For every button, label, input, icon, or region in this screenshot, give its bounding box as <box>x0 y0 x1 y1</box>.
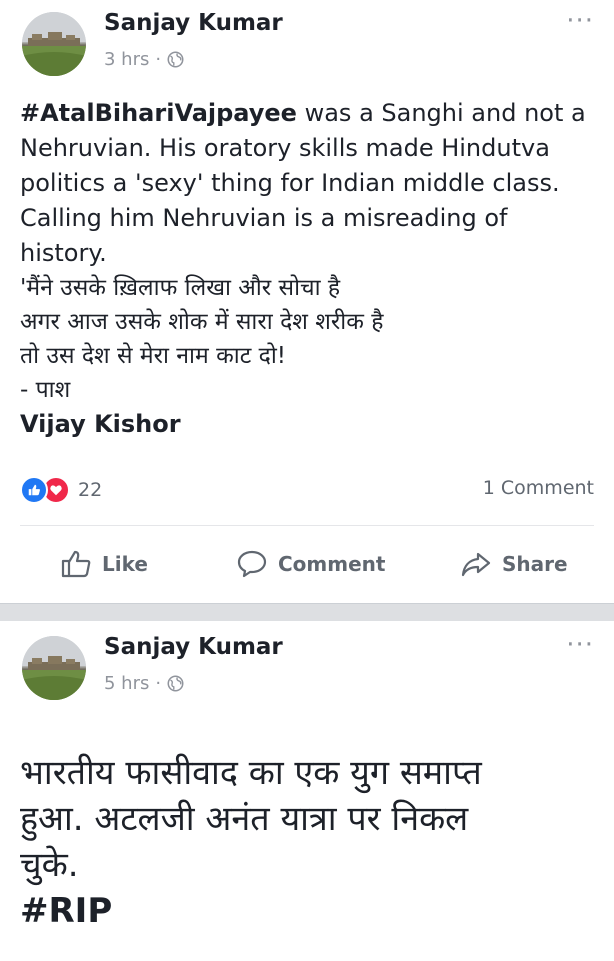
post-body: भारतीय फासीवाद का एक युग समाप्त हुआ. अटल… <box>20 750 600 934</box>
like-reaction-icon <box>20 476 48 504</box>
post-text-en: #AtalBihariVajpayee was a Sanghi and not… <box>20 96 600 271</box>
feed-separator <box>0 603 614 621</box>
post-meta: 5 hrs · <box>104 673 184 694</box>
poem-author: - पाश <box>20 377 71 403</box>
comment-label: Comment <box>278 552 386 576</box>
avatar[interactable] <box>22 12 86 76</box>
reaction-icons <box>20 476 70 504</box>
author-name[interactable]: Sanjay Kumar <box>104 634 283 660</box>
hashtag-link[interactable]: #AtalBihariVajpayee <box>20 99 297 127</box>
comment-button[interactable]: Comment <box>236 540 385 588</box>
like-button[interactable]: Like <box>60 540 148 588</box>
like-label: Like <box>102 552 148 576</box>
reactions-summary[interactable]: 22 <box>20 476 102 504</box>
share-button[interactable]: Share <box>460 540 568 588</box>
avatar[interactable] <box>22 636 86 700</box>
divider <box>20 525 594 526</box>
like-icon <box>61 550 91 578</box>
author-name[interactable]: Sanjay Kumar <box>104 10 283 36</box>
poem-line: अगर आज उसके शोक में सारा देश शरीक है <box>20 309 384 335</box>
share-icon <box>461 552 491 577</box>
share-label: Share <box>502 552 568 576</box>
post-body: #AtalBihariVajpayee was a Sanghi and not… <box>20 96 600 442</box>
reaction-count: 22 <box>78 479 103 501</box>
meta-separator: · <box>155 673 162 694</box>
post-text-line: भारतीय फासीवाद का एक युग समाप्त <box>20 753 482 793</box>
globe-icon <box>167 51 184 68</box>
globe-icon <box>167 675 184 692</box>
attribution: Vijay Kishor <box>20 410 181 438</box>
poem-line: 'मैंने उसके ख़िलाफ लिखा और सोचा है <box>20 275 341 301</box>
action-bar: Like Comment Share <box>0 540 614 588</box>
meta-separator: · <box>155 49 162 70</box>
more-options-icon[interactable]: ··· <box>566 630 594 660</box>
comment-count[interactable]: 1 Comment <box>483 477 594 499</box>
post-text-line: हुआ. अटलजी अनंत यात्रा पर निकल <box>20 799 469 839</box>
post-time[interactable]: 3 hrs <box>104 49 149 70</box>
hashtag-link[interactable]: #RIP <box>20 888 600 934</box>
more-options-icon[interactable]: ··· <box>566 6 594 36</box>
post-meta: 3 hrs · <box>104 49 184 70</box>
post-1: Sanjay Kumar 3 hrs · ··· #AtalBihariVajp… <box>0 0 614 603</box>
poem-line: तो उस देश से मेरा नाम काट दो! <box>20 343 286 369</box>
comment-icon <box>237 550 267 578</box>
post-text-line: चुके. <box>20 845 79 885</box>
post-time[interactable]: 5 hrs <box>104 673 149 694</box>
